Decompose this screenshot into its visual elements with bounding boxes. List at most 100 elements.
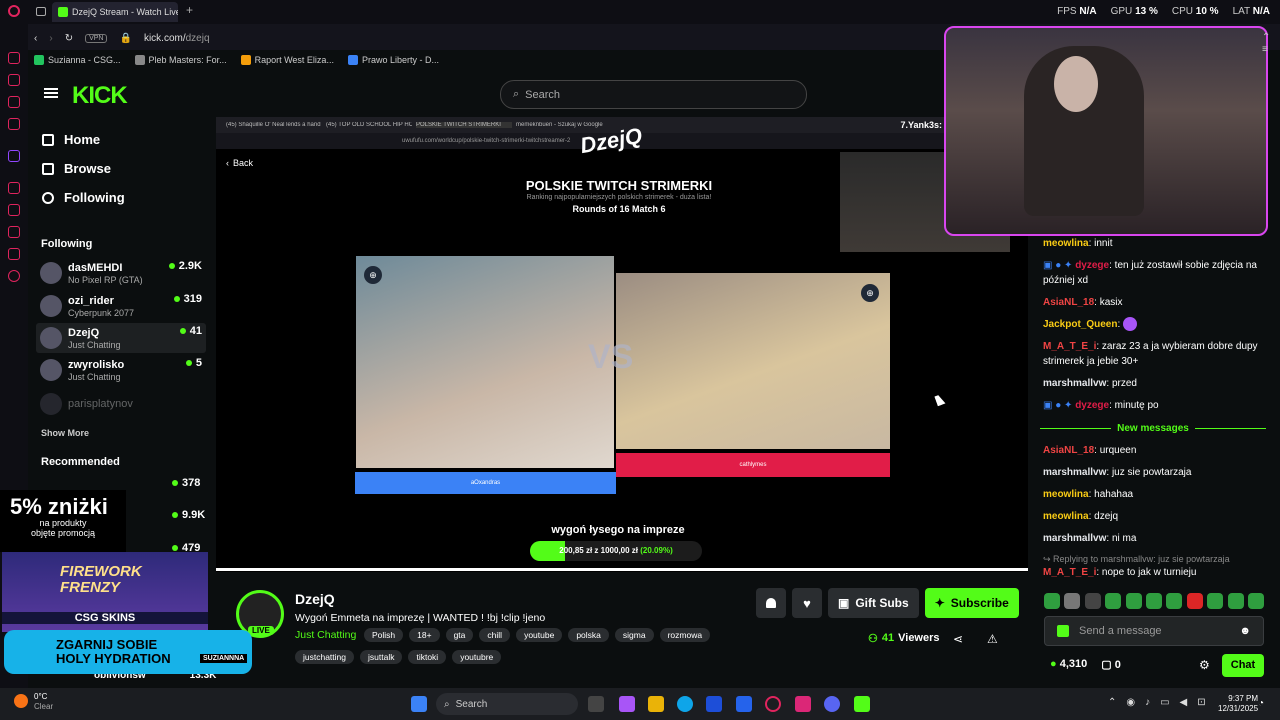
chat-settings-icon[interactable]: ⚙ [1199, 658, 1210, 672]
file-explorer-icon[interactable] [648, 696, 664, 712]
emote-icon[interactable] [1125, 593, 1142, 609]
weather-icon[interactable] [14, 694, 28, 708]
new-messages-divider[interactable]: New messages [1040, 421, 1266, 435]
url-field[interactable]: kick.com/dzejq [144, 33, 210, 44]
sidebar-app-icon[interactable] [8, 74, 20, 86]
sidebar-app-icon[interactable] [8, 204, 20, 216]
reload-icon[interactable]: ↻ [65, 33, 73, 44]
nav-home[interactable]: Home [42, 132, 100, 147]
tag[interactable]: Polish [364, 628, 404, 642]
emote-icon[interactable] [1145, 593, 1162, 609]
subscribe-button[interactable]: ✦ Subscribe [924, 588, 1019, 618]
stream-category[interactable]: Just Chatting [295, 629, 356, 641]
emote-icon[interactable] [1064, 593, 1081, 609]
new-tab-icon[interactable]: + [186, 3, 193, 17]
nav-following[interactable]: Following [42, 190, 125, 205]
report-icon[interactable]: ⚠ [987, 632, 998, 646]
kick-logo[interactable]: KICK [72, 82, 128, 110]
show-more-link[interactable]: Show More [41, 428, 89, 438]
badge-icons: ▣ ● ✦ [1043, 260, 1076, 271]
zoom-icon: ⊕ [364, 266, 382, 284]
search-input[interactable]: ⌕ Search [500, 80, 807, 109]
sidebar-app-icon[interactable] [8, 248, 20, 260]
emote-icon[interactable] [1105, 593, 1122, 609]
emote-icon[interactable] [1227, 593, 1244, 609]
taskbar-search[interactable]: ⌕ Search [436, 693, 578, 715]
discord-icon[interactable] [824, 696, 840, 712]
emote-icon[interactable] [1207, 593, 1224, 609]
tab-workspaces-icon[interactable] [36, 7, 46, 16]
emote-icon[interactable] [1247, 593, 1264, 609]
following-item-ozi-rider[interactable]: ozi_rider Cyberpunk 2077 319 [36, 291, 206, 321]
tag[interactable]: 18+ [409, 628, 440, 642]
nav-browse[interactable]: Browse [42, 161, 111, 176]
bookmark-item[interactable]: Prawo Liberty - D... [347, 55, 439, 65]
following-item-dasmehdi[interactable]: dasMEHDI No Pixel RP (GTA) 2.9K [36, 258, 206, 288]
edge-icon[interactable] [677, 696, 693, 712]
tag[interactable]: polska [568, 628, 609, 642]
hamburger-menu-icon[interactable] [44, 88, 58, 98]
tab-active[interactable]: DzejQ Stream - Watch Live [52, 2, 178, 22]
notification-bell-icon[interactable]: ◔ [1258, 698, 1264, 709]
emote-picker-icon[interactable] [1057, 625, 1069, 637]
store-icon[interactable] [706, 696, 722, 712]
opera-logo-icon[interactable] [8, 5, 20, 17]
stream-inner-tabs: (45) Shaquille O' Neal lends a hand i...… [216, 117, 948, 133]
tag[interactable]: justchatting [295, 650, 354, 664]
recommended-item-partial[interactable]: oblivionsw 13.3K [94, 670, 1276, 681]
tag[interactable]: youtubre [452, 650, 502, 664]
player-progress-bar[interactable] [216, 568, 1028, 571]
emote-icon[interactable] [1044, 593, 1060, 609]
following-item-parisplatynov[interactable]: parisplatynov [36, 389, 206, 419]
copilot-icon[interactable] [619, 696, 635, 712]
system-tray[interactable]: ⌃◉♪▭◀⊡ [1108, 697, 1216, 708]
taskbar-clock[interactable]: 9:37 PM 12/31/2025 [1218, 694, 1258, 714]
tag[interactable]: jsuttalk [360, 650, 403, 664]
emote-icon[interactable] [1166, 593, 1183, 609]
tag[interactable]: tiktoki [408, 650, 447, 664]
windows-start-icon[interactable] [411, 696, 427, 712]
sidebar-app-icon[interactable] [8, 118, 20, 130]
sidebar-app-icon[interactable] [8, 182, 20, 194]
sidebar-app-icon[interactable] [8, 226, 20, 238]
app-icon[interactable] [736, 696, 752, 712]
weather-widget[interactable]: 0°C Clear [34, 692, 53, 712]
channel-points[interactable]: ● 4,310 ▢ 0 [1050, 658, 1121, 671]
streamer-name[interactable]: DzejQ [295, 591, 335, 607]
tag[interactable]: sigma [614, 628, 654, 642]
sidebar-app-icon[interactable] [8, 96, 20, 108]
tag[interactable]: youtube [516, 628, 563, 642]
settings-icon[interactable] [8, 270, 20, 282]
tag[interactable]: rozmowa [659, 628, 711, 642]
following-item-zwyrolisko[interactable]: zwyrolisko Just Chatting 5 [36, 355, 206, 385]
gift-subs-button[interactable]: ▣ Gift Subs [828, 588, 919, 618]
bookmark-item[interactable]: Pleb Masters: For... [134, 55, 227, 65]
live-dot-icon [179, 328, 186, 334]
live-dot-icon [168, 263, 175, 269]
following-item-dzejq[interactable]: DzejQ Just Chatting 41 [36, 323, 206, 353]
smiley-icon[interactable]: ☻ [1239, 625, 1251, 637]
opera-gx-icon[interactable] [765, 696, 781, 712]
reply-context: ↪ Replying to marshmallvw: juz sie powta… [1043, 554, 1230, 564]
sidebar-app-icon[interactable] [8, 52, 20, 64]
forward-arrow-icon[interactable]: › [49, 33, 52, 44]
bookmark-item[interactable]: Raport West Eliza... [240, 55, 334, 65]
vpn-badge[interactable]: VPN [85, 33, 108, 43]
share-icon[interactable]: ⋖ [953, 632, 963, 646]
chat-send-button[interactable]: Chat [1222, 654, 1264, 677]
window-controls: ⌃ ≡ [1262, 32, 1271, 55]
tag[interactable]: chill [479, 628, 511, 642]
stat-lat: LAT N/A [1232, 6, 1270, 17]
emote-icon[interactable] [1084, 593, 1101, 609]
back-arrow-icon[interactable]: ‹ [34, 33, 37, 44]
tag[interactable]: gta [445, 628, 474, 642]
notification-bell-button[interactable] [756, 588, 786, 618]
taskview-icon[interactable] [588, 696, 604, 712]
follow-heart-button[interactable]: ♥ [792, 588, 822, 618]
twitch-icon[interactable] [8, 150, 20, 162]
bookmark-item[interactable]: Suzianna - CSG... [34, 55, 121, 65]
chat-input[interactable]: Send a message ☻ [1044, 616, 1264, 646]
kick-app-icon[interactable] [854, 696, 870, 712]
app-icon[interactable] [795, 696, 811, 712]
emote-icon[interactable] [1186, 593, 1203, 609]
